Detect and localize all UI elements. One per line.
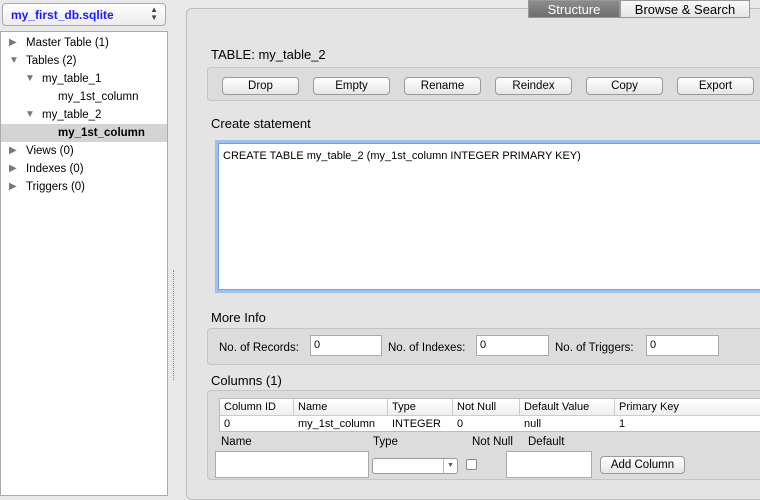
tree-item-label: Indexes (0) <box>26 163 84 175</box>
tree-item[interactable]: ▶ Master Table (1) <box>1 34 167 52</box>
empty-button[interactable]: Empty <box>313 77 390 95</box>
column-header[interactable]: Type <box>388 399 453 415</box>
column-header[interactable]: Name <box>294 399 388 415</box>
disclosure-expanded-icon[interactable]: ▼ <box>9 52 19 70</box>
chevron-down-icon: ▼ <box>443 459 457 473</box>
database-name: my_first_db.sqlite <box>11 8 114 22</box>
disclosure-collapsed-icon[interactable]: ▶ <box>9 178 17 196</box>
disclosure-collapsed-icon[interactable]: ▶ <box>9 142 17 160</box>
new-column-name-input[interactable] <box>215 451 369 478</box>
tab-browse-search[interactable]: Browse & Search <box>620 0 750 18</box>
rename-button[interactable]: Rename <box>404 77 481 95</box>
disclosure-expanded-icon[interactable]: ▼ <box>25 106 35 124</box>
tree-item[interactable]: my_1st_column <box>1 88 167 106</box>
table-cell[interactable]: 0 <box>453 416 520 432</box>
table-title: TABLE: my_table_2 <box>211 47 326 62</box>
columns-table[interactable]: Column ID Name Type Not Null Default Value Pr… <box>219 398 760 432</box>
tree-item-label: Triggers (0) <box>26 181 85 193</box>
table-cell[interactable]: null <box>520 416 615 432</box>
disclosure-collapsed-icon[interactable]: ▶ <box>9 160 17 178</box>
new-column-type-select[interactable]: ▼ <box>372 458 458 474</box>
tree-item[interactable]: ▼ my_table_2 <box>1 106 167 124</box>
tree-item-label: my_table_2 <box>42 109 102 121</box>
table-cell[interactable]: 0 <box>220 416 294 432</box>
table-cell[interactable]: 1 <box>615 416 760 432</box>
new-column-type-label: Type <box>373 436 398 448</box>
tree-item[interactable]: my_1st_column <box>1 124 167 142</box>
triggers-label: No. of Triggers: <box>555 342 634 354</box>
up-down-arrows-icon: ▲ ▼ <box>150 5 158 22</box>
column-header[interactable]: Column ID <box>220 399 294 415</box>
database-selector[interactable]: my_first_db.sqlite ▲ ▼ <box>2 3 166 26</box>
table-cell[interactable]: INTEGER <box>388 416 453 432</box>
more-info-label: More Info <box>211 310 266 325</box>
tree-item-label: my_1st_column <box>58 91 139 103</box>
tree-item[interactable]: ▶ Triggers (0) <box>1 178 167 196</box>
disclosure-expanded-icon[interactable]: ▼ <box>25 70 35 88</box>
create-statement-textarea[interactable]: CREATE TABLE my_table_2 (my_1st_column I… <box>218 143 760 290</box>
tab-structure[interactable]: Structure <box>528 0 620 18</box>
tree-item[interactable]: ▶ Indexes (0) <box>1 160 167 178</box>
schema-tree[interactable]: ▶ Master Table (1) ▼ Tables (2) ▼ my_table_1m… <box>0 31 168 496</box>
splitter-handle[interactable] <box>173 270 179 380</box>
new-column-notnull-label: Not Null <box>472 436 513 448</box>
tree-item-label: my_table_1 <box>42 73 102 85</box>
drop-button[interactable]: Drop <box>222 77 299 95</box>
new-column-default-input[interactable] <box>506 451 592 478</box>
tree-item[interactable]: ▶ Views (0) <box>1 142 167 160</box>
export-button[interactable]: Export <box>677 77 754 95</box>
tree-item[interactable]: ▼ Tables (2) <box>1 52 167 70</box>
tree-item-label: Views (0) <box>26 145 74 157</box>
add-column-button[interactable]: Add Column <box>600 456 685 474</box>
create-statement-label: Create statement <box>211 116 311 131</box>
records-field[interactable]: 0 <box>310 335 382 356</box>
tree-item[interactable]: ▼ my_table_1 <box>1 70 167 88</box>
records-label: No. of Records: <box>219 342 299 354</box>
column-header[interactable]: Default Value <box>520 399 615 415</box>
indexes-field[interactable]: 0 <box>476 335 549 356</box>
table-cell[interactable]: my_1st_column <box>294 416 388 432</box>
disclosure-collapsed-icon[interactable]: ▶ <box>9 34 17 52</box>
not-null-checkbox[interactable] <box>466 459 477 470</box>
copy-button[interactable]: Copy <box>586 77 663 95</box>
reindex-button[interactable]: Reindex <box>495 77 572 95</box>
indexes-label: No. of Indexes: <box>388 342 466 354</box>
tree-item-label: my_1st_column <box>58 127 145 139</box>
column-header[interactable]: Primary Key <box>615 399 760 415</box>
tree-item-label: Tables (2) <box>26 55 77 67</box>
new-column-default-label: Default <box>528 436 565 448</box>
new-column-name-label: Name <box>221 436 252 448</box>
tree-item-label: Master Table (1) <box>26 37 109 49</box>
column-header[interactable]: Not Null <box>453 399 520 415</box>
triggers-field[interactable]: 0 <box>646 335 719 356</box>
columns-label: Columns (1) <box>211 373 282 388</box>
